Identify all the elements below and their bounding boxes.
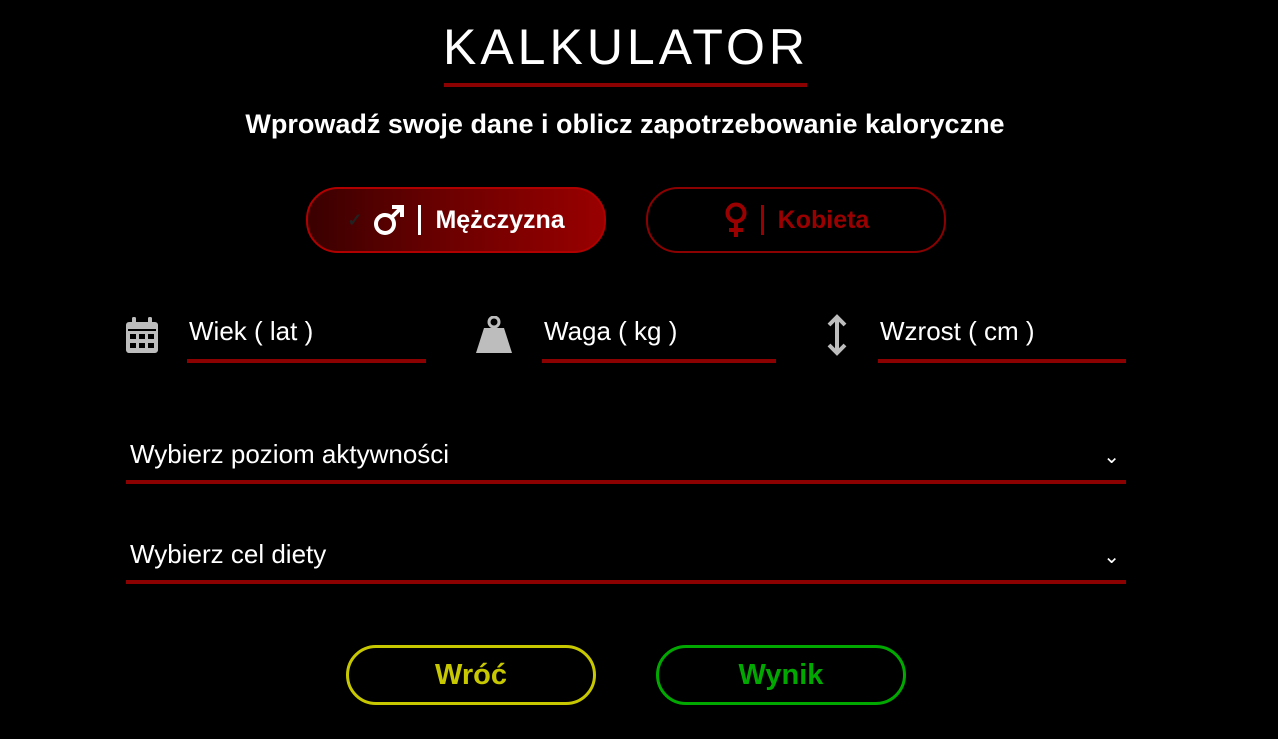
goal-select[interactable]: Wybierz cel diety ⌄ [126, 529, 1126, 584]
separator [760, 205, 764, 235]
checkmark-icon: ✓ [347, 209, 363, 230]
page-subtitle: Wprowadź swoje dane i oblicz zapotrzebow… [245, 109, 1005, 139]
chevron-down-icon: ⌄ [1103, 446, 1120, 468]
vertical-arrows-icon [827, 314, 847, 356]
age-field [187, 311, 428, 363]
page-title: KALKULATOR [442, 19, 810, 75]
weight-input[interactable] [542, 311, 778, 351]
height-input[interactable] [878, 311, 1128, 351]
gender-male-button[interactable]: ✓ Mężczyzna [306, 187, 606, 253]
chevron-down-icon: ⌄ [1103, 546, 1120, 568]
male-symbol-icon [374, 205, 405, 235]
goal-select-label: Wybierz cel diety [130, 539, 327, 569]
gender-male-label: Mężczyzna [435, 205, 565, 234]
female-symbol-icon [725, 202, 747, 237]
weight-icon [476, 316, 512, 353]
back-button[interactable]: Wróć [346, 645, 596, 705]
result-button[interactable]: Wynik [656, 645, 906, 705]
title-underline [444, 83, 807, 87]
gender-female-label: Kobieta [777, 205, 870, 234]
separator [418, 205, 422, 235]
gender-female-button[interactable]: Kobieta [646, 187, 946, 253]
calendar-icon [126, 317, 158, 353]
age-input[interactable] [187, 311, 428, 351]
height-field [878, 311, 1128, 363]
weight-field [542, 311, 778, 363]
activity-select[interactable]: Wybierz poziom aktywności ⌄ [126, 429, 1126, 484]
activity-select-label: Wybierz poziom aktywności [130, 439, 450, 469]
